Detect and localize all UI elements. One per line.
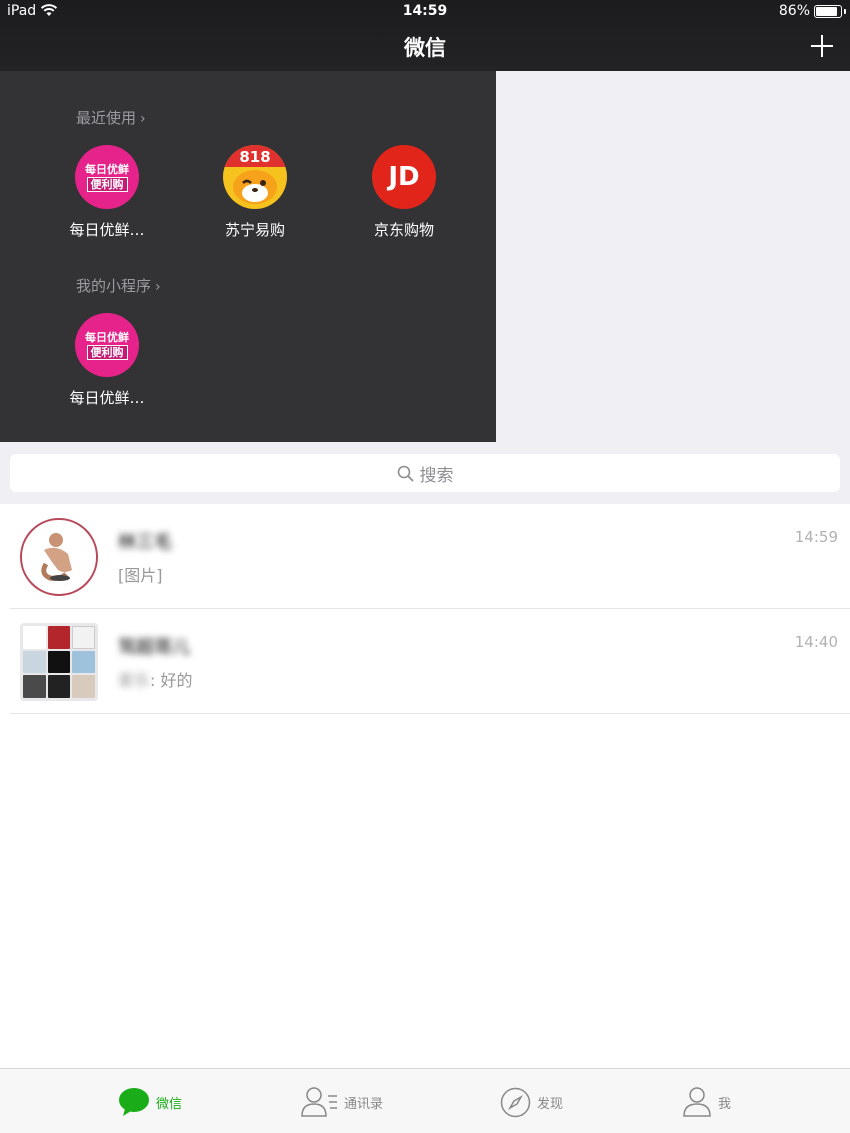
tab-wechat[interactable]: 微信 — [118, 1085, 182, 1119]
tab-me[interactable]: 我 — [682, 1085, 731, 1119]
suning-icon: 818 — [223, 145, 287, 209]
compass-icon — [500, 1087, 531, 1117]
chat-row[interactable]: 驾超哥儿 14:40 家乐: 好的 — [10, 609, 850, 714]
mryx-icon: 每日优鲜 便利购 — [75, 313, 139, 377]
recent-section-title[interactable]: 最近使用 › — [76, 107, 146, 128]
mini-program-jd[interactable]: JD 京东购物 — [334, 145, 474, 240]
add-button[interactable] — [810, 34, 834, 58]
my-mini-programs-title[interactable]: 我的小程序 › — [76, 275, 161, 296]
chat-time: 14:59 — [794, 528, 838, 546]
suning-mascot-icon: 818 — [223, 145, 287, 204]
tab-contacts[interactable]: 通讯录 — [300, 1085, 383, 1119]
chat-name: 驾超哥儿 — [118, 637, 190, 658]
mini-program-name: 苏宁易购 — [224, 221, 285, 239]
suning-badge-text: 818 — [239, 148, 270, 166]
chat-sender: 家乐 — [118, 671, 151, 690]
search-area: 搜索 — [0, 442, 850, 504]
mini-program-suning[interactable]: 818 苏宁易购 — [185, 145, 325, 240]
mini-program-name: 每日优鲜… — [69, 221, 145, 239]
search-placeholder: 搜索 — [419, 465, 454, 486]
mryx-icon: 每日优鲜 便利购 — [75, 145, 139, 209]
chat-time: 14:40 — [794, 633, 838, 651]
chat-list: 林三毛 14:59 [图片] 驾超哥儿 14:40 家乐: 好的 — [0, 504, 850, 714]
mini-program-name: 京东购物 — [373, 221, 434, 239]
jd-icon: JD — [372, 145, 436, 209]
tab-bar: 微信 通讯录 发现 我 — [0, 1068, 850, 1133]
group-avatar — [20, 623, 98, 701]
chat-preview: [图片] — [118, 566, 163, 585]
contacts-icon — [301, 1087, 337, 1117]
mini-program-mryx-recent[interactable]: 每日优鲜 便利购 每日优鲜… — [37, 145, 177, 240]
search-input[interactable]: 搜索 — [10, 454, 840, 492]
status-bar: iPad 14:59 86% — [0, 0, 850, 24]
tab-discover[interactable]: 发现 — [500, 1085, 563, 1119]
panel-right-background — [496, 71, 850, 442]
chevron-right-icon: › — [140, 111, 146, 127]
chat-preview: 家乐: 好的 — [118, 671, 193, 690]
search-icon — [397, 465, 413, 481]
chat-name: 林三毛 — [118, 532, 172, 553]
mini-program-mryx-mine[interactable]: 每日优鲜 便利购 每日优鲜… — [37, 313, 177, 408]
person-photo-icon — [41, 533, 72, 581]
chat-bubble-icon — [119, 1088, 149, 1116]
chat-row[interactable]: 林三毛 14:59 [图片] — [10, 504, 850, 609]
top-bar: iPad 14:59 86% 微信 — [0, 0, 850, 71]
mini-program-name: 每日优鲜… — [69, 389, 145, 407]
battery-icon — [814, 5, 846, 18]
chevron-right-icon: › — [155, 279, 161, 295]
avatar — [20, 518, 98, 596]
person-icon — [683, 1087, 711, 1117]
mini-program-panel: 最近使用 › 每日优鲜 便利购 每日优鲜… 818 苏宁易购 JD 京东购物 我… — [0, 71, 496, 442]
status-time: 14:59 — [402, 3, 448, 19]
battery-percent: 86% — [778, 3, 810, 19]
nav-title: 微信 — [404, 36, 446, 60]
